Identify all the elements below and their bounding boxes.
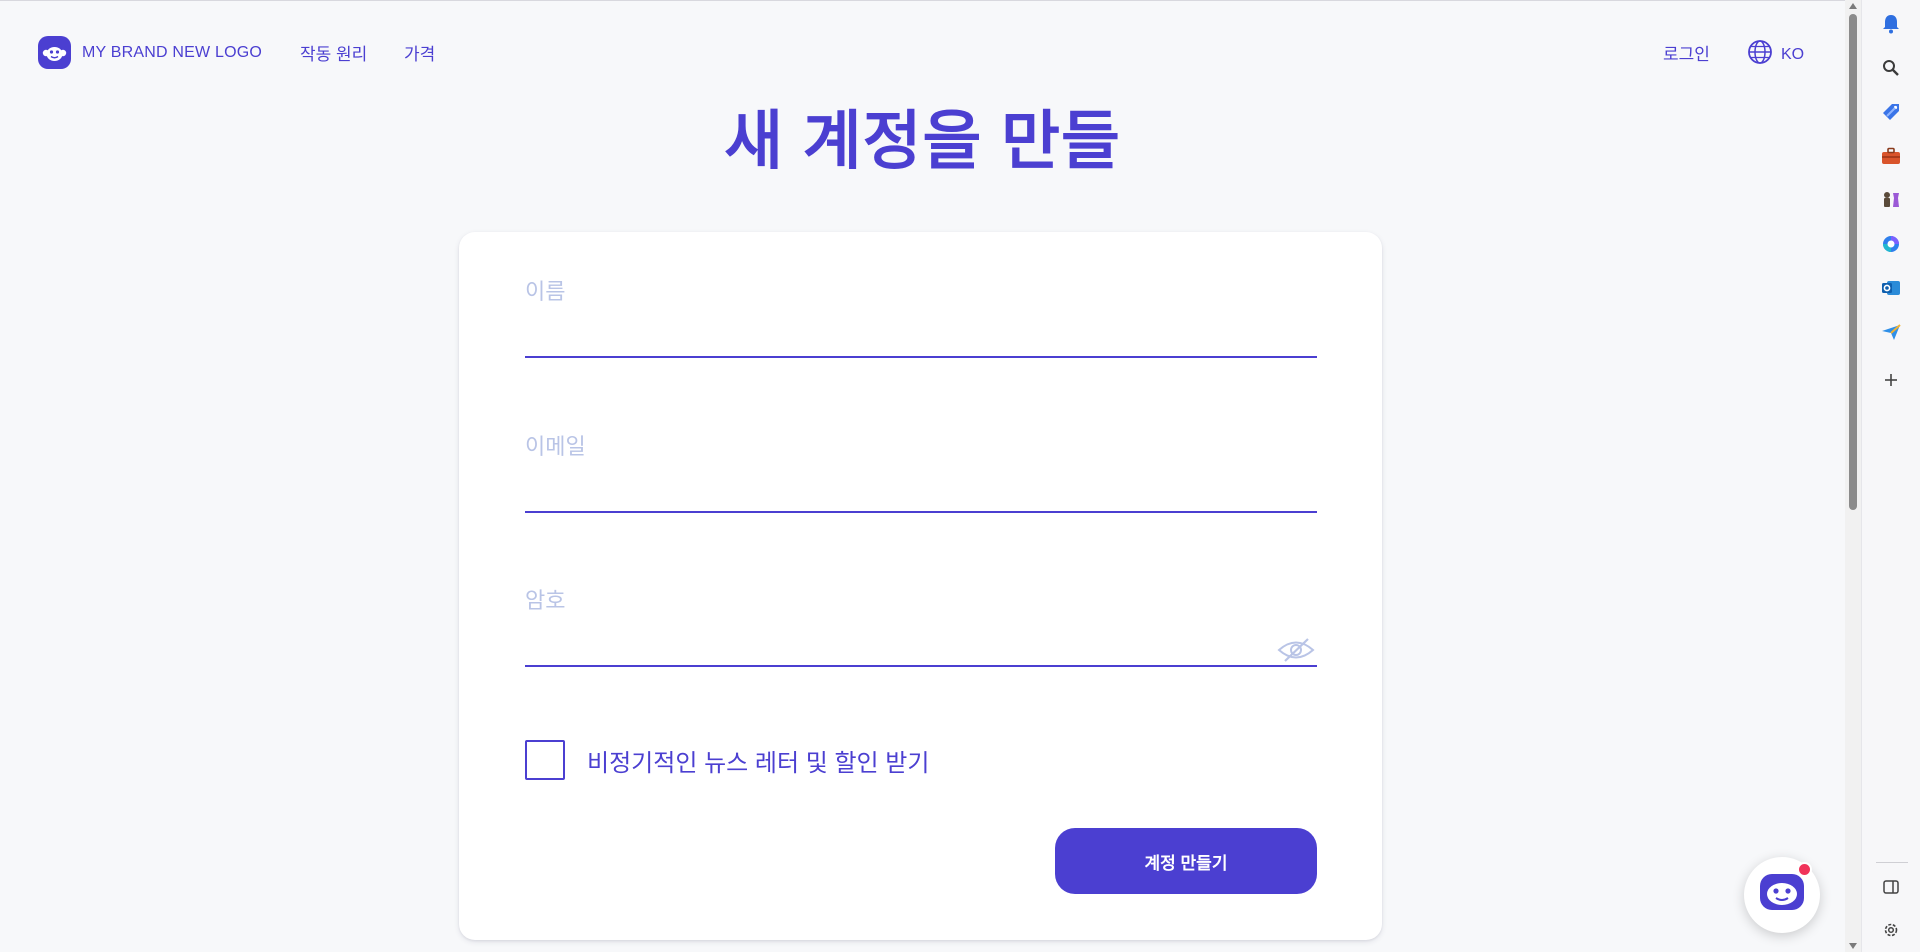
language-selector[interactable]: KO <box>1747 39 1804 70</box>
chat-widget-button[interactable] <box>1744 857 1820 933</box>
newsletter-label[interactable]: 비정기적인 뉴스 레터 및 할인 받기 <box>587 743 929 778</box>
send-icon[interactable] <box>1880 321 1902 343</box>
window-top-border <box>0 0 1845 1</box>
brand-name: MY BRAND NEW LOGO <box>82 43 263 61</box>
language-code: KO <box>1781 45 1805 63</box>
scroll-thumb[interactable] <box>1849 14 1857 510</box>
password-input[interactable] <box>525 623 1317 667</box>
signup-card: 이름 이메일 암호 비정기적인 뉴스 레터 및 할인 받기 계정 만들기 <box>459 232 1382 940</box>
outlook-icon[interactable] <box>1880 277 1902 299</box>
scroll-up-arrow-icon[interactable] <box>1849 3 1857 9</box>
gear-icon[interactable] <box>1880 919 1902 941</box>
notification-dot <box>1797 862 1812 877</box>
password-label: 암호 <box>525 588 566 613</box>
brand-logo-link[interactable]: MY BRAND NEW LOGO <box>38 36 262 69</box>
monkey-chat-icon <box>1759 873 1805 918</box>
page-scrollbar[interactable] <box>1845 0 1861 952</box>
name-label: 이름 <box>525 279 566 304</box>
briefcase-icon[interactable] <box>1880 145 1902 167</box>
browser-sidebar <box>1861 0 1920 952</box>
create-account-button[interactable]: 계정 만들기 <box>1055 828 1317 894</box>
login-link[interactable]: 로그인 <box>1663 40 1710 65</box>
globe-icon <box>1747 39 1773 70</box>
tag-icon[interactable] <box>1880 101 1902 123</box>
search-icon[interactable] <box>1880 57 1902 79</box>
sidebar-divider <box>1876 862 1908 863</box>
name-input[interactable] <box>525 314 1317 358</box>
scroll-down-arrow-icon[interactable] <box>1849 943 1857 949</box>
split-view-icon[interactable] <box>1880 876 1902 898</box>
eye-slash-icon[interactable] <box>1277 637 1315 663</box>
plus-icon[interactable] <box>1880 369 1902 391</box>
page-title: 새 계정을 만들 <box>724 105 1121 177</box>
nav-pricing[interactable]: 가격 <box>404 40 435 65</box>
bell-icon[interactable] <box>1880 13 1902 35</box>
copilot-icon[interactable] <box>1880 233 1902 255</box>
newsletter-checkbox[interactable] <box>525 740 565 780</box>
email-label: 이메일 <box>525 434 586 459</box>
nav-how-it-works[interactable]: 작동 원리 <box>300 40 367 65</box>
newsletter-option: 비정기적인 뉴스 레터 및 할인 받기 <box>525 740 929 780</box>
email-input[interactable] <box>525 469 1317 513</box>
chess-icon[interactable] <box>1880 189 1902 211</box>
monkey-logo-icon <box>38 36 71 69</box>
